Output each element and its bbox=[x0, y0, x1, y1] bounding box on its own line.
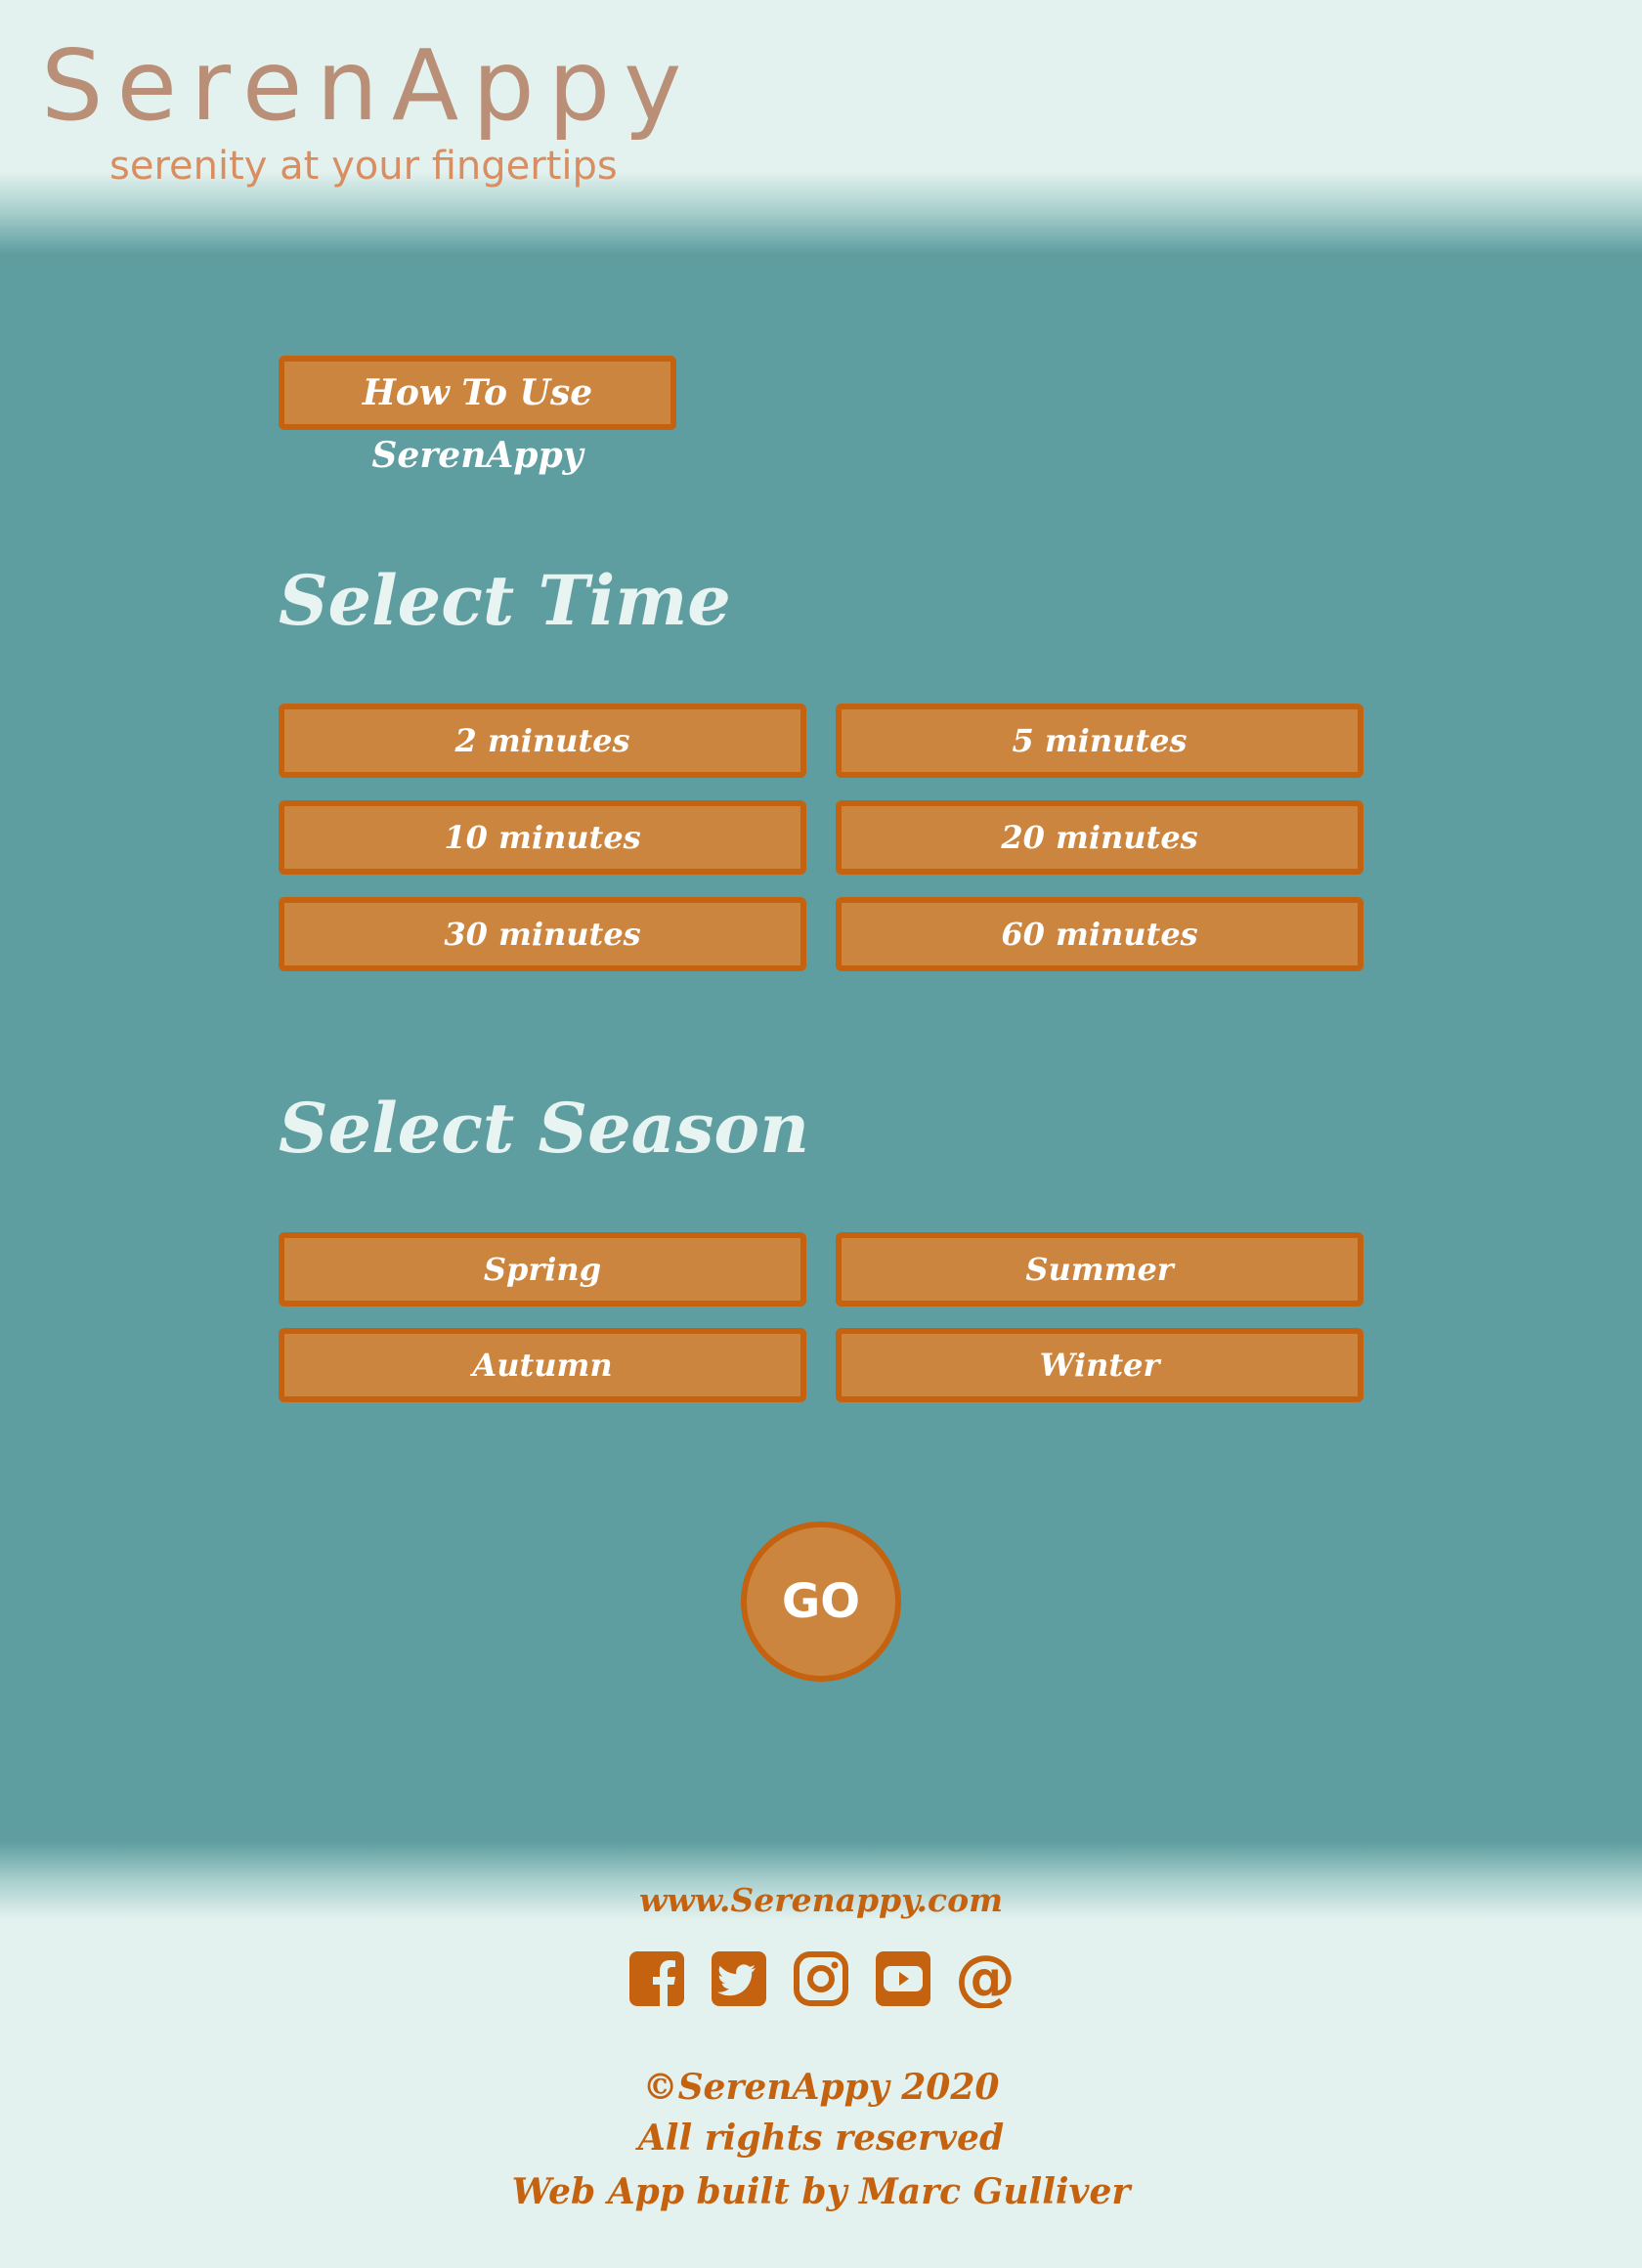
time-option-20-minutes[interactable]: 20 minutes bbox=[836, 800, 1363, 875]
time-option-5-minutes[interactable]: 5 minutes bbox=[836, 704, 1363, 778]
select-time-heading: Select Time bbox=[279, 560, 731, 641]
time-option-10-minutes[interactable]: 10 minutes bbox=[279, 800, 806, 875]
app-tagline: serenity at your fingertips bbox=[109, 144, 618, 189]
time-option-2-minutes[interactable]: 2 minutes bbox=[279, 704, 806, 778]
facebook-icon[interactable] bbox=[627, 1949, 686, 2008]
footer-credit: Web App built by Marc Gulliver bbox=[511, 2171, 1131, 2212]
select-season-heading: Select Season bbox=[279, 1088, 809, 1169]
page: SerenAppy serenity at your fingertips Ho… bbox=[0, 0, 1642, 2268]
header: SerenAppy serenity at your fingertips bbox=[0, 0, 1642, 254]
time-option-30-minutes[interactable]: 30 minutes bbox=[279, 897, 806, 971]
footer-website-link[interactable]: www.Serenappy.com bbox=[0, 1881, 1642, 1919]
season-option-summer[interactable]: Summer bbox=[836, 1232, 1363, 1306]
instagram-icon[interactable] bbox=[792, 1949, 850, 2008]
season-option-winter[interactable]: Winter bbox=[836, 1328, 1363, 1402]
how-to-use-button[interactable]: How To Use SerenAppy bbox=[279, 356, 676, 476]
youtube-icon[interactable] bbox=[874, 1949, 932, 2008]
go-button[interactable]: GO bbox=[741, 1521, 901, 1682]
app-logo[interactable]: SerenAppy bbox=[41, 37, 695, 135]
svg-text:@: @ bbox=[956, 1949, 1015, 2008]
time-option-60-minutes[interactable]: 60 minutes bbox=[836, 897, 1363, 971]
twitter-icon[interactable] bbox=[710, 1949, 768, 2008]
footer-rights: All rights reserved bbox=[637, 2118, 1005, 2159]
at-sign-icon[interactable]: @ bbox=[956, 1949, 1015, 2008]
footer-copyright: ©SerenAppy 2020 bbox=[642, 2067, 1000, 2108]
social-links: @ bbox=[0, 1949, 1642, 2008]
season-option-autumn[interactable]: Autumn bbox=[279, 1328, 806, 1402]
season-option-spring[interactable]: Spring bbox=[279, 1232, 806, 1306]
